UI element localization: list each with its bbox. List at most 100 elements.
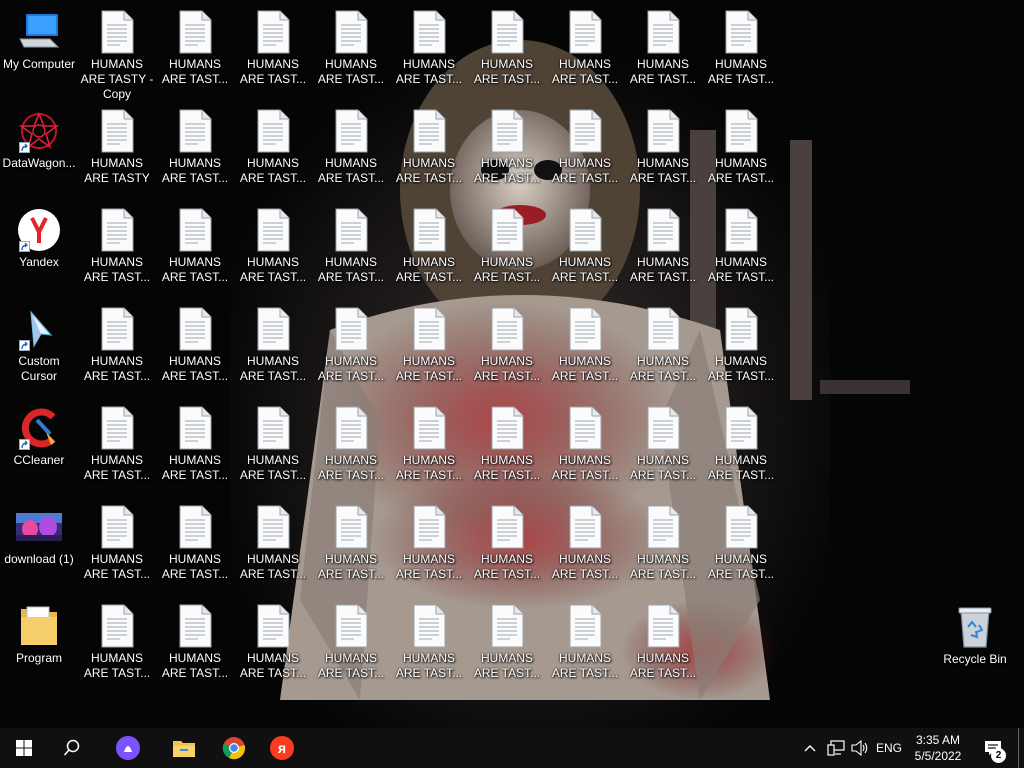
text-file-item[interactable]: HUMANS ARE TAST... xyxy=(547,300,623,397)
text-file-item[interactable]: HUMANS ARE TAST... xyxy=(625,102,701,199)
desktop-icon-datawagon[interactable]: DataWagon... xyxy=(1,102,77,199)
start-button[interactable] xyxy=(0,728,48,768)
text-file-item[interactable]: HUMANS ARE TASTY - Copy xyxy=(79,3,155,101)
desktop-icon-ccleaner[interactable]: CCleaner xyxy=(1,399,77,496)
desktop-icon-program[interactable]: Program xyxy=(1,597,77,694)
icon-label: HUMANS ARE TAST... xyxy=(707,57,775,86)
icon-label: HUMANS ARE TAST... xyxy=(551,453,619,482)
text-file-icon xyxy=(93,504,141,550)
text-file-item[interactable]: HUMANS ARE TAST... xyxy=(703,498,779,595)
search-button[interactable] xyxy=(48,728,96,768)
desktop-icon-download-1[interactable]: download (1) xyxy=(1,498,77,595)
icon-label: HUMANS ARE TAST... xyxy=(317,453,385,482)
text-file-item[interactable]: HUMANS ARE TAST... xyxy=(625,300,701,397)
desktop-icon-my-computer[interactable]: My Computer xyxy=(1,3,77,100)
text-file-item[interactable]: HUMANS ARE TAST... xyxy=(625,3,701,100)
action-center-button[interactable] xyxy=(978,728,1008,768)
text-file-icon xyxy=(249,405,297,451)
text-file-item[interactable]: HUMANS ARE TAST... xyxy=(235,399,311,496)
text-file-item[interactable]: HUMANS ARE TAST... xyxy=(157,399,233,496)
text-file-item[interactable]: HUMANS ARE TAST... xyxy=(313,300,389,397)
text-file-icon xyxy=(405,108,453,154)
text-file-item[interactable]: HUMANS ARE TAST... xyxy=(313,597,389,694)
text-file-icon xyxy=(483,504,531,550)
volume-button[interactable] xyxy=(848,728,872,768)
chrome-button[interactable] xyxy=(210,728,258,768)
text-file-item[interactable]: HUMANS ARE TAST... xyxy=(157,300,233,397)
text-file-item[interactable]: HUMANS ARE TAST... xyxy=(469,597,545,694)
text-file-item[interactable]: HUMANS ARE TAST... xyxy=(391,399,467,496)
text-file-item[interactable]: HUMANS ARE TAST... xyxy=(469,300,545,397)
text-file-item[interactable]: HUMANS ARE TAST... xyxy=(235,102,311,199)
text-file-item[interactable]: HUMANS ARE TAST... xyxy=(469,102,545,199)
text-file-item[interactable]: HUMANS ARE TAST... xyxy=(391,201,467,298)
text-file-item[interactable]: HUMANS ARE TAST... xyxy=(703,399,779,496)
text-file-item[interactable]: HUMANS ARE TAST... xyxy=(703,102,779,199)
alice-assistant-button[interactable] xyxy=(104,728,152,768)
text-file-item[interactable]: HUMANS ARE TAST... xyxy=(313,498,389,595)
show-hidden-icons-button[interactable] xyxy=(800,728,820,768)
icon-label: HUMANS ARE TAST... xyxy=(629,156,697,185)
text-file-item[interactable]: HUMANS ARE TAST... xyxy=(79,300,155,397)
text-file-item[interactable]: HUMANS ARE TAST... xyxy=(469,3,545,100)
text-file-item[interactable]: HUMANS ARE TAST... xyxy=(625,597,701,694)
text-file-icon xyxy=(249,504,297,550)
icon-label: HUMANS ARE TAST... xyxy=(395,255,463,284)
text-file-item[interactable]: HUMANS ARE TAST... xyxy=(625,201,701,298)
text-file-item[interactable]: HUMANS ARE TAST... xyxy=(469,498,545,595)
text-file-item[interactable]: HUMANS ARE TAST... xyxy=(391,3,467,100)
text-file-item[interactable]: HUMANS ARE TAST... xyxy=(547,102,623,199)
text-file-item[interactable]: HUMANS ARE TAST... xyxy=(469,201,545,298)
clock[interactable]: 3:35 AM 5/5/2022 xyxy=(908,730,968,766)
text-file-item[interactable]: HUMANS ARE TAST... xyxy=(313,3,389,100)
icon-label: HUMANS ARE TAST... xyxy=(239,453,307,482)
desktop-icon-custom-cursor[interactable]: Custom Cursor xyxy=(1,300,77,397)
text-file-item[interactable]: HUMANS ARE TAST... xyxy=(313,201,389,298)
text-file-item[interactable]: HUMANS ARE TAST... xyxy=(391,300,467,397)
text-file-item[interactable]: HUMANS ARE TAST... xyxy=(625,399,701,496)
text-file-item[interactable]: HUMANS ARE TAST... xyxy=(157,201,233,298)
text-file-item[interactable]: HUMANS ARE TAST... xyxy=(235,498,311,595)
text-file-item[interactable]: HUMANS ARE TAST... xyxy=(235,3,311,100)
text-file-icon xyxy=(171,405,219,451)
text-file-item[interactable]: HUMANS ARE TAST... xyxy=(547,3,623,100)
text-file-item[interactable]: HUMANS ARE TAST... xyxy=(547,399,623,496)
text-file-item[interactable]: HUMANS ARE TAST... xyxy=(547,498,623,595)
text-file-item[interactable]: HUMANS ARE TAST... xyxy=(157,3,233,100)
text-file-item[interactable]: HUMANS ARE TAST... xyxy=(391,498,467,595)
text-file-item[interactable]: HUMANS ARE TAST... xyxy=(79,597,155,694)
network-button[interactable] xyxy=(824,728,848,768)
text-file-item[interactable]: HUMANS ARE TAST... xyxy=(703,3,779,100)
input-language-indicator[interactable]: ENG xyxy=(872,728,906,768)
show-desktop-button[interactable] xyxy=(1018,728,1024,768)
yandex-browser-button[interactable]: я xyxy=(258,728,306,768)
text-file-item[interactable]: HUMANS ARE TAST... xyxy=(547,201,623,298)
text-file-icon xyxy=(93,207,141,253)
text-file-item[interactable]: HUMANS ARE TAST... xyxy=(313,102,389,199)
text-file-item[interactable]: HUMANS ARE TAST... xyxy=(79,201,155,298)
text-file-item[interactable]: HUMANS ARE TAST... xyxy=(157,597,233,694)
text-file-item[interactable]: HUMANS ARE TAST... xyxy=(391,597,467,694)
text-file-item[interactable]: HUMANS ARE TAST... xyxy=(79,498,155,595)
text-file-item[interactable]: HUMANS ARE TAST... xyxy=(703,300,779,397)
text-file-item[interactable]: HUMANS ARE TAST... xyxy=(235,597,311,694)
text-file-item[interactable]: HUMANS ARE TAST... xyxy=(313,399,389,496)
text-file-item[interactable]: HUMANS ARE TAST... xyxy=(157,498,233,595)
text-file-item[interactable]: HUMANS ARE TAST... xyxy=(391,102,467,199)
icon-label: HUMANS ARE TAST... xyxy=(317,552,385,581)
icon-label: HUMANS ARE TAST... xyxy=(551,354,619,383)
text-file-item[interactable]: HUMANS ARE TAST... xyxy=(157,102,233,199)
text-file-item[interactable]: HUMANS ARE TAST... xyxy=(703,201,779,298)
ccleaner-icon xyxy=(15,405,63,451)
text-file-item[interactable]: HUMANS ARE TAST... xyxy=(235,201,311,298)
recycle-bin[interactable]: Recycle Bin xyxy=(937,598,1013,695)
text-file-item[interactable]: HUMANS ARE TAST... xyxy=(547,597,623,694)
text-file-item[interactable]: HUMANS ARE TAST... xyxy=(625,498,701,595)
desktop-icon-yandex[interactable]: Yandex xyxy=(1,201,77,298)
text-file-item[interactable]: HUMANS ARE TAST... xyxy=(235,300,311,397)
text-file-item[interactable]: HUMANS ARE TAST... xyxy=(469,399,545,496)
icon-label: CCleaner xyxy=(13,453,65,467)
file-explorer-button[interactable] xyxy=(160,728,208,768)
text-file-item[interactable]: HUMANS ARE TAST... xyxy=(79,399,155,496)
text-file-item[interactable]: HUMANS ARE TASTY xyxy=(79,102,155,199)
